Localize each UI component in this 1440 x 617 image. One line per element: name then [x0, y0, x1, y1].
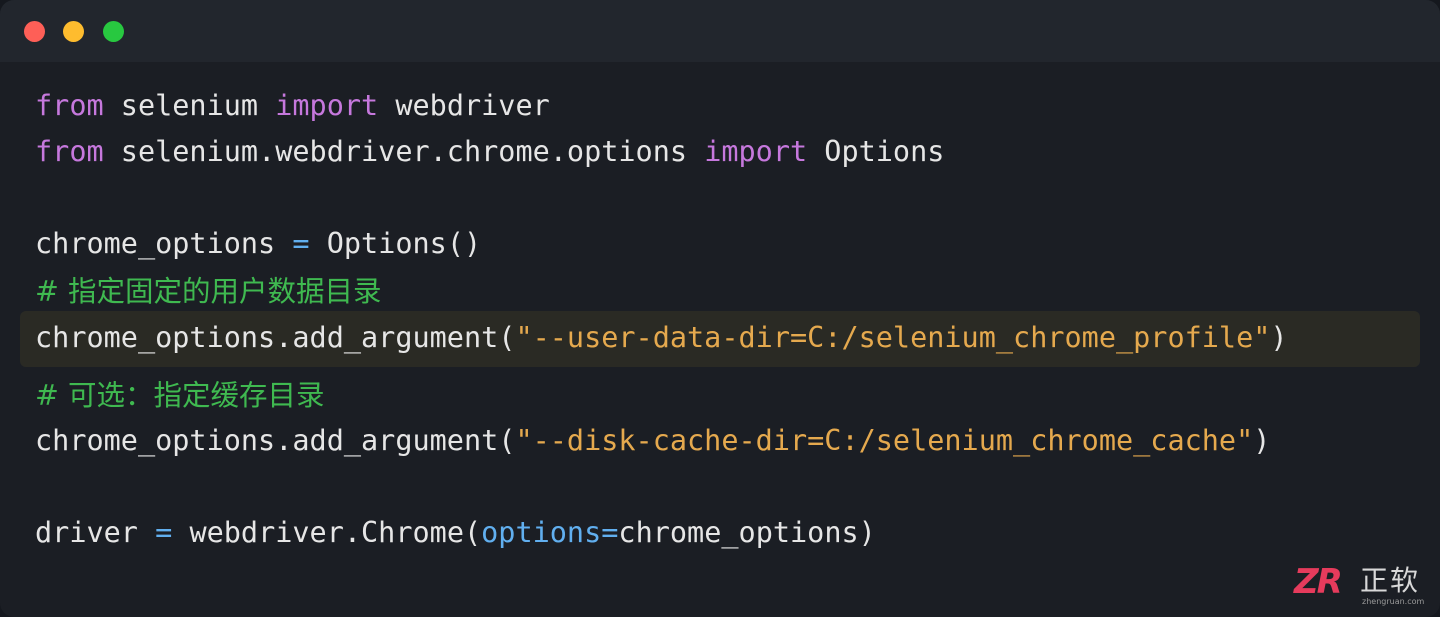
closing-paren: ): [1270, 321, 1288, 354]
module-name: selenium.webdriver.chrome.options: [103, 135, 705, 168]
closing-paren: ): [1253, 424, 1271, 457]
code-line-1: from selenium import webdriver: [35, 86, 550, 126]
import-name: webdriver: [378, 89, 550, 122]
close-button[interactable]: [24, 21, 45, 42]
code-window: from selenium import webdriver from sele…: [0, 0, 1440, 617]
zoom-button[interactable]: [103, 21, 124, 42]
logo-url: zhengruan.com: [1362, 597, 1425, 606]
code-line-7: chrome_options.add_argument("--disk-cach…: [35, 421, 1270, 461]
module-name: selenium: [103, 89, 276, 122]
keyword-from: from: [35, 89, 104, 122]
assign-operator: =: [155, 516, 173, 549]
keyword-import: import: [704, 135, 808, 168]
title-bar: [0, 0, 1440, 62]
brand-logo: ZR 正软 zhengruan.com: [1294, 562, 1434, 612]
keyword-argument: options=: [481, 516, 619, 549]
logo-mark: ZR: [1294, 562, 1343, 602]
code-comment-2: # 可选：指定缓存目录: [35, 379, 325, 412]
keyword-from: from: [35, 135, 104, 168]
argument-value: chrome_options): [618, 516, 876, 549]
code-line-5: chrome_options.add_argument("--user-data…: [35, 318, 1288, 358]
string-literal: "--user-data-dir=C:/selenium_chrome_prof…: [515, 321, 1271, 354]
call-expression: Options(): [309, 227, 482, 260]
assign-operator: =: [292, 227, 310, 260]
code-line-2: from selenium.webdriver.chrome.options i…: [35, 132, 944, 172]
code-line-8: driver = webdriver.Chrome(options=chrome…: [35, 513, 876, 553]
call-expression: webdriver.Chrome(: [172, 516, 482, 549]
code-line-3: chrome_options = Options(): [35, 224, 481, 264]
import-name: Options: [807, 135, 945, 168]
call-expression: chrome_options.add_argument(: [35, 321, 516, 354]
logo-name: 正软: [1360, 564, 1421, 597]
keyword-import: import: [275, 89, 379, 122]
variable-name: driver: [35, 516, 156, 549]
call-expression: chrome_options.add_argument(: [35, 424, 516, 457]
variable-name: chrome_options: [35, 227, 293, 260]
code-comment-1: # 指定固定的用户数据目录: [35, 275, 382, 308]
minimize-button[interactable]: [63, 21, 84, 42]
string-literal: "--disk-cache-dir=C:/selenium_chrome_cac…: [515, 424, 1254, 457]
